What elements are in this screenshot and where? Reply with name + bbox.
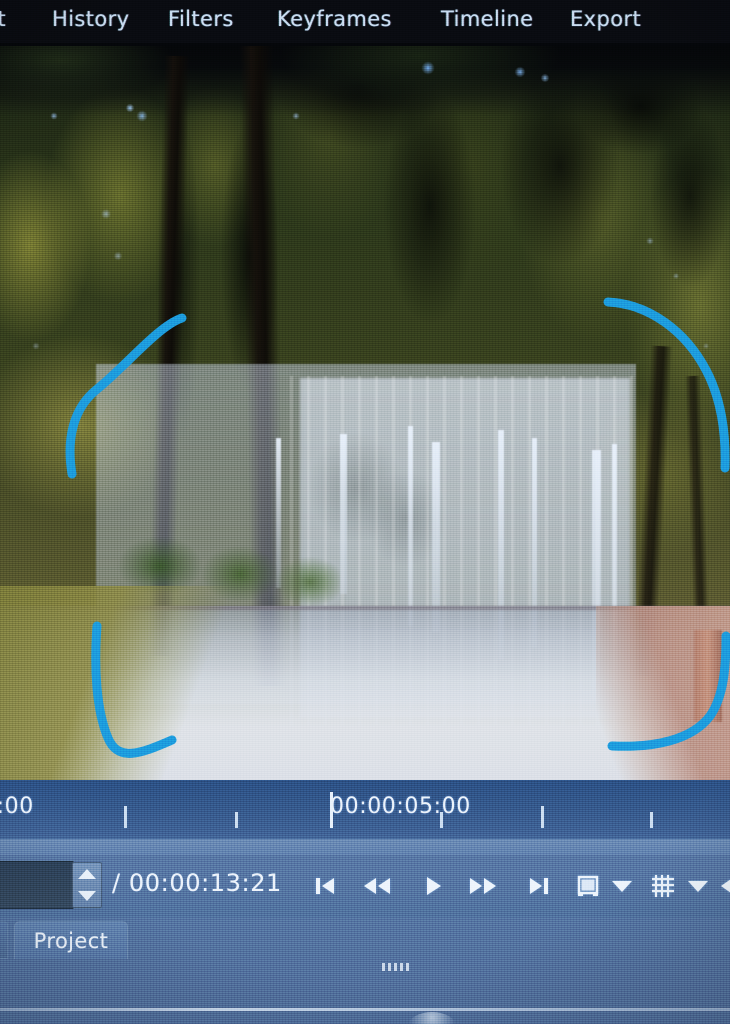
ruler-label-five-seconds: 00:00:05:00 [330,794,471,819]
menu-export[interactable]: Export [570,7,641,31]
overflow-button[interactable] [716,864,730,908]
tab-partial-left[interactable] [0,921,8,959]
grid-icon [652,875,674,897]
skip-next-icon [530,878,548,894]
grid-menu-button[interactable] [683,864,713,908]
ruler-base-strip [0,839,730,855]
chevron-left-icon [721,879,730,893]
menu-filters[interactable]: Filters [168,7,234,31]
skip-to-start-button[interactable] [303,864,347,908]
menu-history[interactable]: History [52,7,130,31]
ruler-tick [541,806,544,828]
play-icon [427,877,441,895]
skip-to-end-button[interactable] [517,864,561,908]
zoom-fit-button[interactable] [566,864,610,908]
play-button[interactable] [411,864,455,908]
spinner-up-icon[interactable] [78,869,96,879]
panel-splitter-grip[interactable] [382,963,412,971]
menu-timeline[interactable]: Timeline [441,7,534,31]
rewind-icon [364,878,390,894]
player-toolbar: 00 / 00:00:13:21 [0,855,730,917]
fast-forward-icon [470,878,496,894]
shotcut-window: st History Filters Keyframes Timeline Ex… [0,0,730,1024]
playhead-marker[interactable] [330,792,333,828]
total-duration-label: / 00:00:13:21 [112,869,282,897]
sky-glints-layer [0,46,730,780]
spinner-down-icon[interactable] [78,891,96,901]
zoom-menu-button[interactable] [607,864,637,908]
monitor-bezel-divider [0,1008,730,1011]
chevron-down-icon [688,881,708,892]
panel-tab-bar: Project [0,917,730,961]
grid-button[interactable] [641,864,685,908]
ruler-label-start: 0:00 [0,794,34,819]
menu-playlist-truncated[interactable]: st [0,7,6,31]
ruler-tick [650,812,653,828]
timecode-spinner[interactable] [72,862,102,908]
chevron-down-icon [612,881,632,892]
tab-project-label: Project [33,928,109,953]
zoom-fit-icon [577,875,599,896]
skip-previous-icon [316,878,334,894]
fast-forward-button[interactable] [461,864,505,908]
timecode-input[interactable]: 00 [0,869,66,897]
menu-bar: st History Filters Keyframes Timeline Ex… [0,0,730,46]
ruler-tick [124,806,127,828]
menu-keyframes[interactable]: Keyframes [277,7,392,31]
player-scrub-ruler[interactable]: 0:00 00:00:05:00 [0,780,730,855]
video-preview[interactable] [0,46,730,780]
rewind-button[interactable] [355,864,399,908]
tab-project[interactable]: Project [14,921,128,959]
ruler-tick [440,812,443,828]
ruler-tick [235,812,238,828]
